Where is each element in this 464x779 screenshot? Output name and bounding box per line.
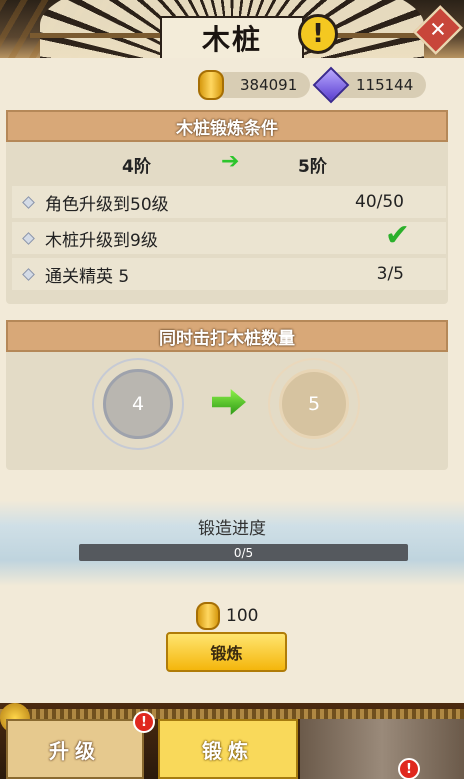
top-banner: 木桩 ! ✕: [0, 0, 464, 62]
condition-row: 通关精英 5 3/5: [12, 258, 446, 290]
gold-currency: 384091: [212, 72, 310, 98]
title-plate: 木桩: [160, 16, 304, 60]
diamond-bullet-icon: [22, 267, 35, 281]
tab-forge[interactable]: 锻炼: [158, 719, 298, 779]
info-alert-icon[interactable]: !: [298, 14, 338, 54]
from-tier: 4阶: [122, 157, 151, 177]
upgrade-alert-badge: !: [133, 711, 155, 733]
condition-row: 角色升级到50级 40/50: [12, 186, 446, 218]
forge-button[interactable]: 锻炼: [166, 632, 287, 672]
tab-upgrade[interactable]: 升级: [6, 719, 144, 779]
forge-progress-panel: 锻造进度 0/5: [0, 500, 464, 586]
current-count: 4: [103, 369, 173, 439]
progress-title: 锻造进度: [198, 519, 266, 539]
gem-amount: 115144: [356, 76, 414, 94]
condition-label: 通关精英 5: [45, 266, 130, 287]
diamond-bullet-icon: [22, 195, 35, 209]
bottom-tab-bar: 升级 锻炼: [0, 703, 464, 779]
alert-badge: !: [398, 758, 420, 779]
stake-count-section: 同时击打木桩数量: [6, 320, 448, 470]
conditions-header: 木桩锻炼条件: [6, 110, 448, 142]
condition-label: 角色升级到50级: [45, 194, 169, 215]
to-tier: 5阶: [298, 157, 327, 177]
gold-amount: 384091: [240, 76, 298, 94]
close-icon: ✕: [429, 17, 447, 42]
diamond-bullet-icon: [22, 231, 35, 245]
tier-row: 4阶 ➔ 5阶: [6, 142, 448, 182]
progress-text: 0/5: [233, 545, 254, 560]
condition-value: 3/5: [376, 264, 404, 284]
page-title: 木桩: [201, 23, 262, 56]
forge-cost: 100: [196, 602, 259, 630]
conditions-section: 木桩锻炼条件 4阶 ➔ 5阶 角色升级到50级 40/50 木桩升级到9级 ✔ …: [6, 110, 448, 304]
condition-value: 40/50: [355, 192, 404, 212]
gold-coin-icon: [198, 70, 224, 100]
arrow-right-icon: ➔: [221, 149, 240, 174]
condition-row: 木桩升级到9级 ✔: [12, 218, 446, 254]
next-count: 5: [279, 369, 349, 439]
character-artwork: [300, 719, 464, 779]
cost-amount: 100: [226, 606, 259, 626]
bottom-rail: [0, 709, 464, 719]
checkmark-icon: ✔: [384, 218, 410, 253]
gold-coin-icon: [196, 602, 220, 630]
progress-bar: 0/5: [79, 544, 408, 561]
stake-count-header: 同时击打木桩数量: [6, 320, 448, 352]
condition-label: 木桩升级到9级: [45, 230, 158, 251]
